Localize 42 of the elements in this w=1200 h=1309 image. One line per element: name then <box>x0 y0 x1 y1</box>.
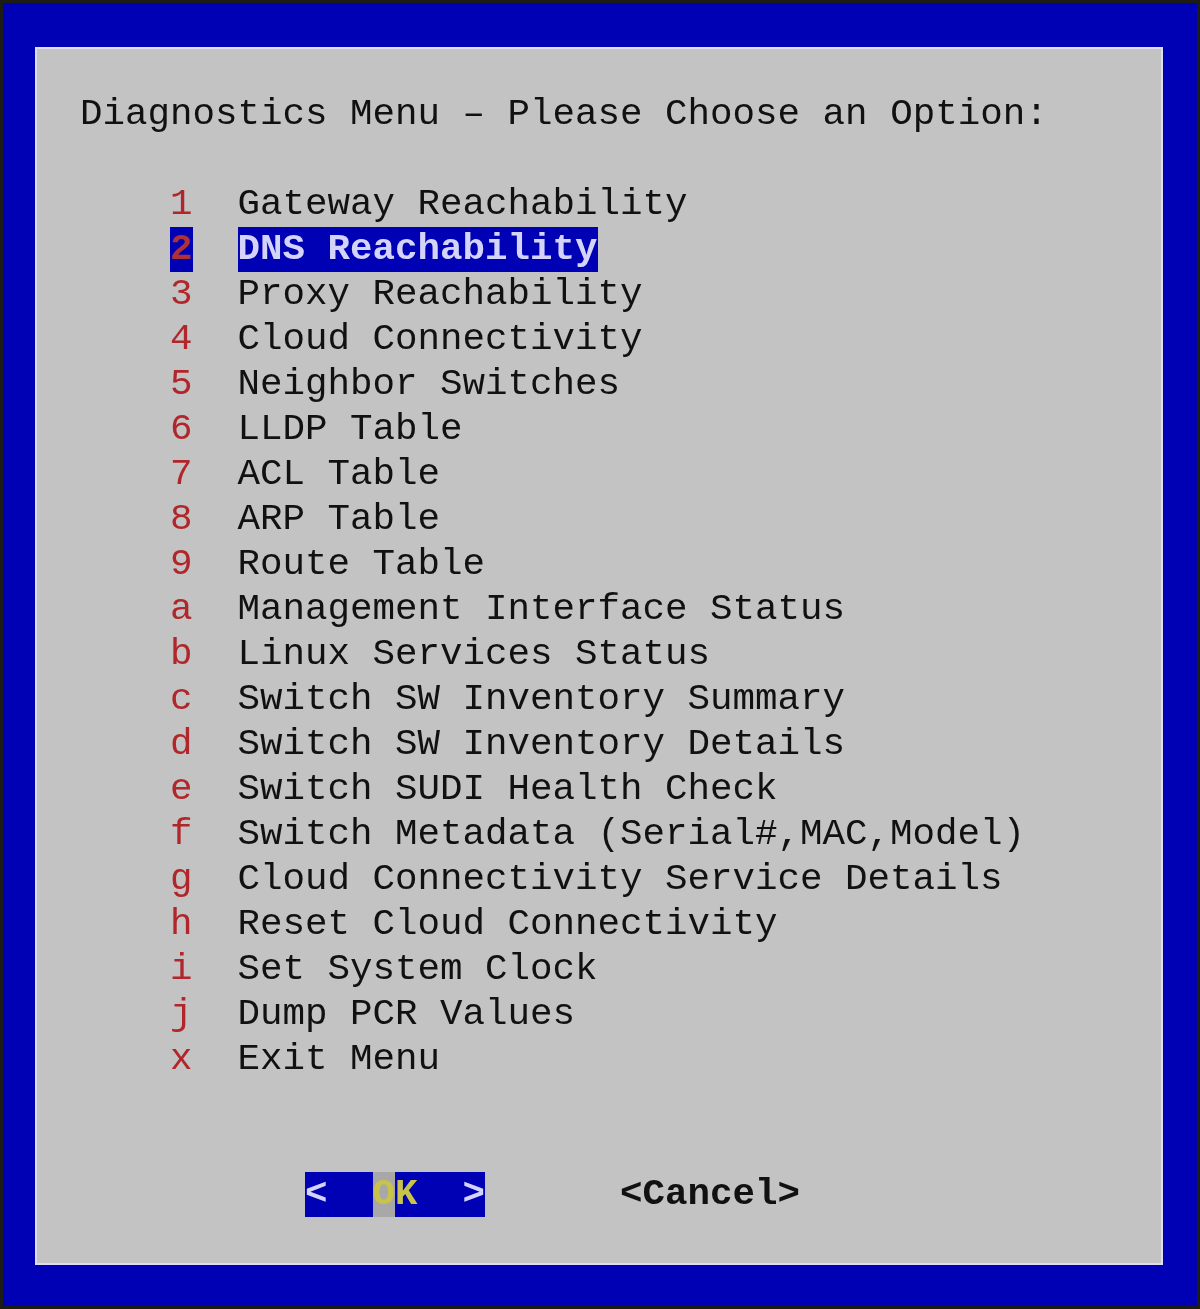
menu-item-key[interactable]: d <box>170 722 193 767</box>
menu-item-key[interactable]: 3 <box>170 272 193 317</box>
menu-item-key[interactable]: a <box>170 587 193 632</box>
menu-item-label[interactable]: ACL Table <box>237 452 441 497</box>
menu-item-key[interactable]: i <box>170 947 193 992</box>
menu-item-label[interactable]: ARP Table <box>237 497 441 542</box>
menu-item-label[interactable]: Switch SUDI Health Check <box>237 767 778 812</box>
menu-item-label[interactable]: Switch Metadata (Serial#,MAC,Model) <box>237 812 1026 857</box>
dialog-title: Diagnostics Menu – Please Choose an Option: <box>80 92 1049 137</box>
dialog-button[interactable]: < OK > <box>305 1172 486 1217</box>
menu-item-key[interactable]: 8 <box>170 497 193 542</box>
menu-item-label[interactable]: Route Table <box>237 542 486 587</box>
menu-item-label[interactable]: Gateway Reachability <box>237 182 688 227</box>
menu-item-key[interactable]: c <box>170 677 193 722</box>
menu-item-key[interactable]: h <box>170 902 193 947</box>
menu-item-label[interactable]: Proxy Reachability <box>237 272 643 317</box>
menu-item-key[interactable]: 7 <box>170 452 193 497</box>
menu-item-key[interactable]: 6 <box>170 407 193 452</box>
menu-item-key[interactable]: 1 <box>170 182 193 227</box>
menu-item-label[interactable]: Dump PCR Values <box>237 992 576 1037</box>
menu-item-label[interactable]: Neighbor Switches <box>237 362 621 407</box>
menu-item-label[interactable]: Reset Cloud Connectivity <box>237 902 778 947</box>
dialog-button[interactable]: <Cancel> <box>620 1172 801 1217</box>
menu-item-key[interactable]: g <box>170 857 193 902</box>
menu-item-key[interactable]: 4 <box>170 317 193 362</box>
menu-item-key[interactable]: x <box>170 1037 193 1082</box>
menu-item-label[interactable]: Switch SW Inventory Summary <box>237 677 846 722</box>
menu-item-label[interactable]: Management Interface Status <box>237 587 846 632</box>
menu-item-label[interactable]: Cloud Connectivity Service Details <box>237 857 1003 902</box>
menu-item-label[interactable]: Set System Clock <box>237 947 598 992</box>
menu-item-key[interactable]: e <box>170 767 193 812</box>
menu-item-key[interactable]: j <box>170 992 193 1037</box>
menu-item-label[interactable]: Exit Menu <box>237 1037 441 1082</box>
menu-item-label[interactable]: Cloud Connectivity <box>237 317 643 362</box>
menu-item-label[interactable]: Linux Services Status <box>237 632 711 677</box>
menu-item-key[interactable]: 5 <box>170 362 193 407</box>
menu-item-key[interactable]: f <box>170 812 193 857</box>
menu-item-label[interactable]: Switch SW Inventory Details <box>237 722 846 767</box>
menu-item-label[interactable]: DNS Reachability <box>237 227 598 272</box>
menu-item-key[interactable]: 9 <box>170 542 193 587</box>
menu-item-label[interactable]: LLDP Table <box>237 407 463 452</box>
menu-item-key[interactable]: b <box>170 632 193 677</box>
